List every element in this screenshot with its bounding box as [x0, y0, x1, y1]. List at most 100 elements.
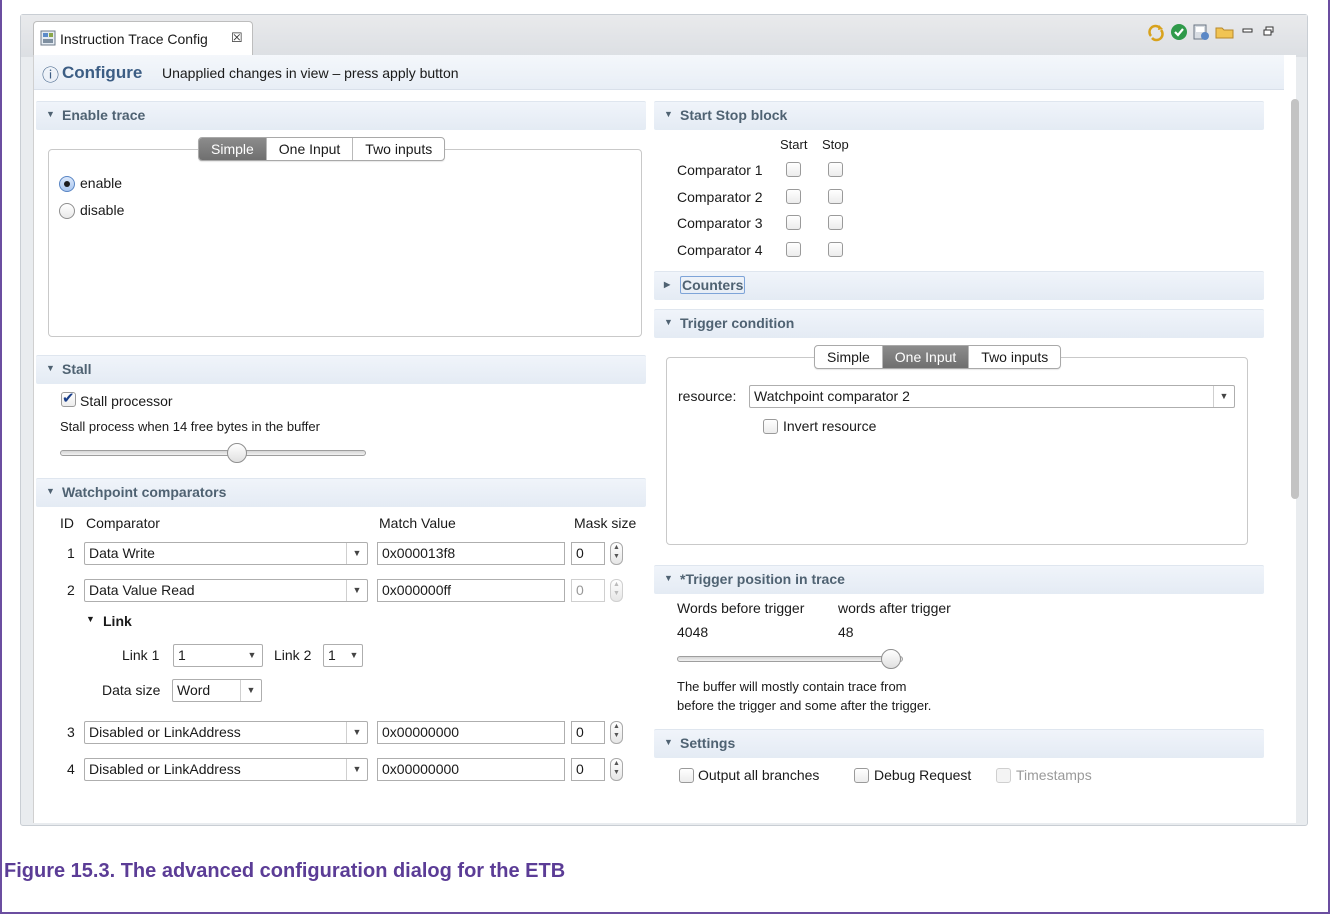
section-title: *Trigger position in trace [680, 571, 845, 587]
stall-processor-label: Stall processor [80, 393, 173, 409]
section-counters[interactable]: ▶ Counters [654, 271, 1264, 300]
stall-processor-checkbox[interactable] [61, 389, 76, 407]
section-enable-trace[interactable]: ▼ Enable trace [36, 101, 646, 130]
minimize-icon[interactable] [1242, 27, 1254, 35]
start-checkbox[interactable] [786, 189, 801, 204]
open-folder-icon[interactable] [1215, 24, 1235, 40]
comparator-select[interactable]: Disabled or LinkAddress ▼ [84, 758, 368, 781]
mask-size-stepper[interactable]: ▲ ▼ [610, 758, 623, 781]
mask-size-stepper-disabled: ▲ ▼ [610, 579, 623, 602]
link2-label: Link 2 [274, 647, 312, 663]
figure-caption: Figure 15.3. The advanced configuration … [4, 860, 566, 882]
mask-size-stepper[interactable]: ▲ ▼ [610, 542, 623, 565]
trigger-mode-segments: Simple One Input Two inputs [814, 345, 1062, 369]
row-id: 3 [67, 724, 75, 740]
mask-size-input-disabled: 0 [571, 579, 605, 602]
stall-slider-track[interactable] [60, 450, 366, 456]
info-bar: ⓘ Configure Unapplied changes in view – … [34, 55, 1284, 90]
match-value-text: 0x000013f8 [382, 545, 456, 561]
scrollbar-thumb[interactable] [1291, 99, 1299, 499]
comparator-row-label: Comparator 4 [677, 242, 763, 258]
comparator-select[interactable]: Data Value Read ▼ [84, 579, 368, 602]
link-expand-triangle-icon[interactable]: ▼ [86, 614, 95, 624]
comparator-value: Disabled or LinkAddress [89, 761, 241, 777]
apply-check-icon[interactable] [1170, 23, 1188, 41]
link1-label: Link 1 [122, 647, 160, 663]
match-value-input[interactable]: 0x000013f8 [377, 542, 565, 565]
section-watchpoint-comparators[interactable]: ▼ Watchpoint comparators [36, 478, 646, 507]
stop-checkbox[interactable] [828, 189, 843, 204]
comparator-select[interactable]: Data Write ▼ [84, 542, 368, 565]
section-title: Settings [680, 735, 736, 751]
mode-simple[interactable]: Simple [815, 346, 882, 368]
stall-slider-knob[interactable] [227, 443, 248, 463]
refresh-icon[interactable] [1147, 24, 1165, 42]
link2-select[interactable]: 1 ▼ [323, 644, 363, 667]
expand-triangle-icon: ▼ [664, 573, 673, 583]
comparator-select[interactable]: Disabled or LinkAddress ▼ [84, 721, 368, 744]
match-value-input[interactable]: 0x00000000 [377, 721, 565, 744]
expand-triangle-icon: ▼ [664, 737, 673, 747]
mask-size-stepper[interactable]: ▲ ▼ [610, 721, 623, 744]
start-checkbox[interactable] [786, 215, 801, 230]
stop-checkbox[interactable] [828, 242, 843, 257]
enable-trace-group [48, 149, 642, 337]
row-id: 4 [67, 761, 75, 777]
match-value-input[interactable]: 0x000000ff [377, 579, 565, 602]
disable-radio[interactable] [59, 203, 75, 219]
comparator-value: Data Value Read [89, 582, 195, 598]
output-all-branches-checkbox[interactable] [679, 768, 694, 783]
trigger-position-slider-track[interactable] [677, 656, 903, 662]
vertical-scrollbar[interactable] [1289, 59, 1301, 819]
debug-request-checkbox[interactable] [854, 768, 869, 783]
match-value-input[interactable]: 0x00000000 [377, 758, 565, 781]
expand-triangle-icon: ▼ [46, 363, 55, 373]
invert-resource-checkbox[interactable] [763, 419, 778, 434]
mask-size-input[interactable]: 0 [571, 542, 605, 565]
start-checkbox[interactable] [786, 162, 801, 177]
mode-one-input[interactable]: One Input [265, 138, 353, 160]
expand-triangle-icon: ▼ [664, 109, 673, 119]
trigger-position-slider-knob[interactable] [880, 649, 901, 669]
section-start-stop-block[interactable]: ▼ Start Stop block [654, 101, 1264, 130]
mode-two-inputs[interactable]: Two inputs [968, 346, 1060, 368]
section-title: Enable trace [62, 107, 146, 123]
data-size-select[interactable]: Word ▼ [172, 679, 262, 702]
timestamps-label: Timestamps [1016, 767, 1092, 783]
tab-instruction-trace-config[interactable]: Instruction Trace Config ☒ [33, 21, 253, 56]
expand-triangle-icon: ▼ [46, 109, 55, 119]
buffer-note-line1: The buffer will mostly contain trace fro… [677, 679, 907, 694]
mode-one-input[interactable]: One Input [881, 346, 969, 368]
stop-checkbox[interactable] [828, 215, 843, 230]
row-id: 2 [67, 582, 75, 598]
save-icon[interactable] [1192, 23, 1210, 41]
close-tab-icon[interactable]: ☒ [231, 30, 243, 46]
start-checkbox[interactable] [786, 242, 801, 257]
col-mask-size: Mask size [574, 515, 637, 531]
enable-trace-mode-segments: Simple One Input Two inputs [198, 137, 446, 161]
link1-select[interactable]: 1 ▼ [173, 644, 263, 667]
section-trigger-position[interactable]: ▼ *Trigger position in trace [654, 565, 1264, 594]
resource-label: resource: [678, 388, 737, 404]
maximize-icon[interactable] [1263, 26, 1275, 36]
buffer-note-line2: before the trigger and some after the tr… [677, 698, 932, 713]
dropdown-arrow-icon: ▼ [247, 650, 257, 660]
info-message: Unapplied changes in view – press apply … [162, 65, 459, 81]
words-after-value: 48 [838, 624, 854, 640]
enable-radio[interactable] [59, 176, 75, 192]
comparator-value: Data Write [89, 545, 155, 561]
mode-simple[interactable]: Simple [199, 138, 266, 160]
words-after-label: words after trigger [838, 600, 951, 616]
resource-select[interactable]: Watchpoint comparator 2 ▼ [749, 385, 1235, 408]
section-settings[interactable]: ▼ Settings [654, 729, 1264, 758]
stop-checkbox[interactable] [828, 162, 843, 177]
mode-two-inputs[interactable]: Two inputs [352, 138, 444, 160]
mask-size-input[interactable]: 0 [571, 721, 605, 744]
words-before-value: 4048 [677, 624, 709, 640]
section-title: Watchpoint comparators [62, 484, 227, 500]
mask-size-input[interactable]: 0 [571, 758, 605, 781]
section-stall[interactable]: ▼ Stall [36, 355, 646, 384]
section-trigger-condition[interactable]: ▼ Trigger condition [654, 309, 1264, 338]
enable-label: enable [80, 175, 123, 191]
match-value-text: 0x00000000 [382, 761, 460, 777]
